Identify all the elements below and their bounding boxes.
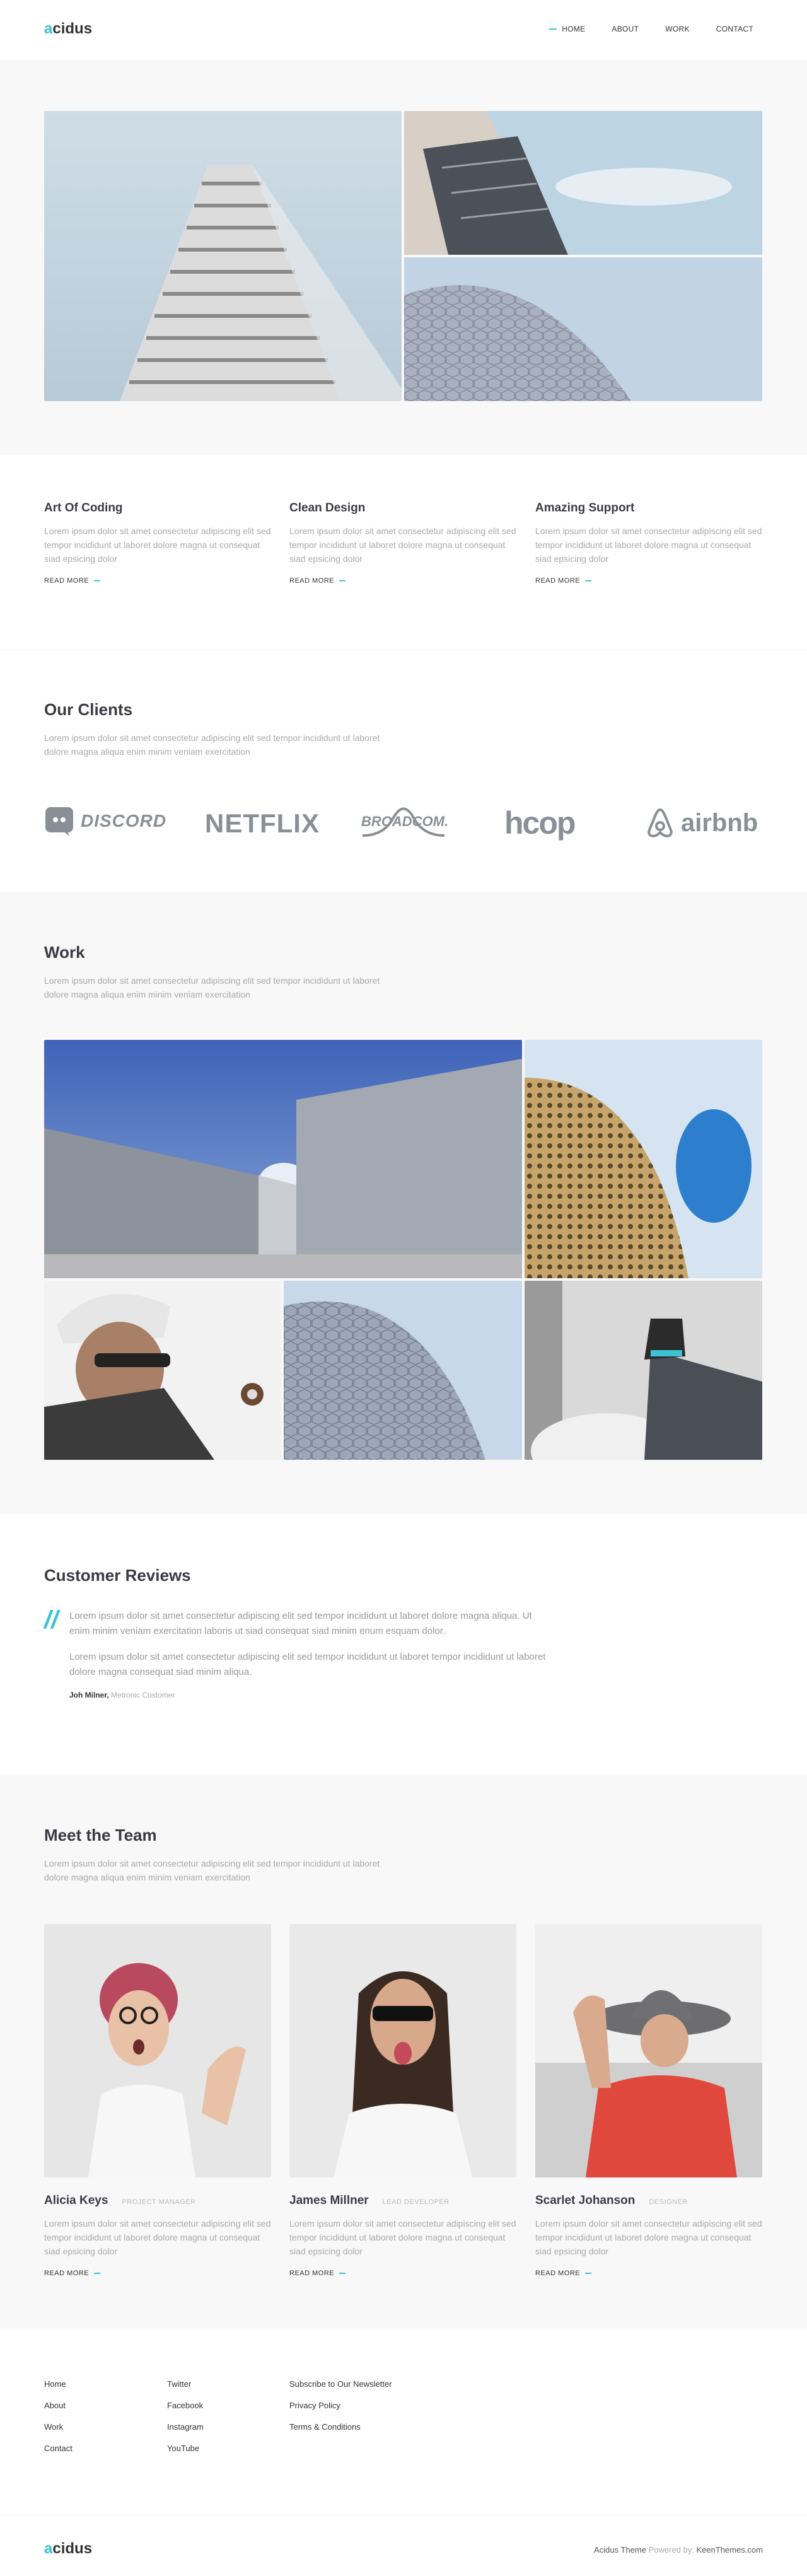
team-member-info: Alicia Keys PROJECT MANAGER Lorem ipsum … bbox=[44, 2194, 271, 2277]
nav-about[interactable]: ABOUT bbox=[612, 25, 639, 33]
hero-image-tower bbox=[44, 111, 402, 401]
airbnb-logo: airbnb bbox=[644, 807, 758, 839]
footer-link-youtube[interactable]: YouTube bbox=[167, 2444, 204, 2453]
member-role: LEAD DEVELOPER bbox=[382, 2198, 450, 2206]
member-role: PROJECT MANAGER bbox=[122, 2198, 196, 2206]
discord-icon bbox=[45, 807, 73, 836]
reviews-title: Customer Reviews bbox=[44, 1566, 191, 1585]
feature-title: Clean Design bbox=[289, 501, 366, 515]
review-quote: Lorem ipsum dolor sit amet consectetur a… bbox=[69, 1652, 546, 1677]
footer-links: Home About Work Contact Twitter Facebook… bbox=[0, 2329, 807, 2515]
feature-text: Lorem ipsum dolor sit amet consectetur a… bbox=[44, 526, 271, 564]
hero-section bbox=[0, 60, 807, 455]
bottom-bar: acidus Acidus Theme Powered by: KeenThem… bbox=[0, 2515, 807, 2576]
footer-link-home[interactable]: Home bbox=[44, 2379, 73, 2389]
footer-link-facebook[interactable]: Facebook bbox=[167, 2401, 204, 2410]
arrow-line-icon bbox=[339, 580, 346, 581]
feature-text: Lorem ipsum dolor sit amet consectetur a… bbox=[289, 526, 516, 564]
footer-col-pages: Home About Work Contact bbox=[44, 2379, 73, 2465]
team-member-info: James Millner LEAD DEVELOPER Lorem ipsum… bbox=[289, 2194, 516, 2277]
work-image-perforated[interactable] bbox=[525, 1040, 762, 1278]
hcop-logo: hcop bbox=[504, 805, 576, 841]
footer-logo[interactable]: acidus bbox=[44, 2540, 92, 2558]
member-bio: Lorem ipsum dolor sit amet consectetur a… bbox=[44, 2218, 271, 2256]
team-section: Meet the Team Lorem ipsum dolor sit amet… bbox=[0, 1775, 807, 2329]
read-more-link[interactable]: READ MORE bbox=[289, 2270, 516, 2277]
footer-link-instagram[interactable]: Instagram bbox=[167, 2422, 204, 2432]
work-image-walls[interactable] bbox=[44, 1040, 522, 1278]
broadcom-logo: BROADCOM. bbox=[356, 801, 451, 845]
hero-image-building bbox=[404, 111, 762, 255]
airbnb-icon bbox=[647, 808, 673, 837]
hero-image-dome bbox=[404, 257, 762, 401]
nav-home[interactable]: HOME bbox=[549, 25, 585, 33]
footer-link-privacy[interactable]: Privacy Policy bbox=[289, 2401, 392, 2410]
features-section: Art Of Coding Lorem ipsum dolor sit amet… bbox=[0, 455, 807, 649]
feature-card: Clean Design Lorem ipsum dolor sit amet … bbox=[289, 501, 516, 585]
read-more-link[interactable]: READ MORE bbox=[289, 577, 516, 585]
netflix-logo: NETFLIX bbox=[205, 808, 320, 838]
review-author: Joh Milner, Metronic Customer bbox=[69, 1691, 175, 1699]
team-subtitle: Lorem ipsum dolor sit amet consectetur a… bbox=[44, 1858, 380, 1882]
clients-subtitle: Lorem ipsum dolor sit amet consectetur a… bbox=[44, 733, 380, 757]
feature-text: Lorem ipsum dolor sit amet consectetur a… bbox=[535, 526, 762, 564]
feature-title: Art Of Coding bbox=[44, 501, 123, 515]
team-photo-james bbox=[289, 1924, 516, 2177]
footer-link-newsletter[interactable]: Subscribe to Our Newsletter bbox=[289, 2379, 392, 2389]
arrow-line-icon bbox=[94, 2273, 101, 2274]
review-quote: Lorem ipsum dolor sit amet consectetur a… bbox=[69, 1611, 532, 1636]
team-title: Meet the Team bbox=[44, 1826, 157, 1845]
work-image-worker[interactable] bbox=[44, 1281, 281, 1460]
read-more-link[interactable]: READ MORE bbox=[44, 2270, 271, 2277]
member-name: Scarlet Johanson bbox=[535, 2194, 636, 2207]
read-more-link[interactable]: READ MORE bbox=[535, 577, 762, 585]
work-image-dome[interactable] bbox=[284, 1281, 522, 1460]
work-section: Work Lorem ipsum dolor sit amet consecte… bbox=[0, 892, 807, 1514]
member-role: DESIGNER bbox=[649, 2198, 688, 2206]
reviews-section: Customer Reviews // Lorem ipsum dolor si… bbox=[0, 1514, 807, 1775]
nav-work[interactable]: WORK bbox=[665, 25, 690, 33]
nav-contact[interactable]: CONTACT bbox=[716, 25, 753, 33]
member-bio: Lorem ipsum dolor sit amet consectetur a… bbox=[289, 2218, 516, 2256]
arrow-line-icon bbox=[585, 580, 592, 581]
footer-col-legal: Subscribe to Our Newsletter Privacy Poli… bbox=[289, 2379, 392, 2444]
arrow-line-icon bbox=[339, 2273, 346, 2274]
work-title: Work bbox=[44, 943, 85, 962]
credits: Acidus Theme Powered by: KeenThemes.com bbox=[594, 2545, 763, 2555]
feature-card: Art Of Coding Lorem ipsum dolor sit amet… bbox=[44, 501, 271, 585]
footer-link-contact[interactable]: Contact bbox=[44, 2444, 73, 2453]
footer-link-twitter[interactable]: Twitter bbox=[167, 2379, 204, 2389]
discord-logo: DISCORD bbox=[44, 806, 166, 836]
team-photo-alicia bbox=[44, 1924, 271, 2177]
clients-section: Our Clients Lorem ipsum dolor sit amet c… bbox=[0, 649, 807, 892]
team-photo-scarlet bbox=[535, 1924, 762, 2177]
main-nav: HOME ABOUT WORK CONTACT bbox=[523, 25, 753, 33]
read-more-link[interactable]: READ MORE bbox=[44, 577, 271, 585]
footer-link-work[interactable]: Work bbox=[44, 2422, 73, 2432]
member-name: Alicia Keys bbox=[44, 2194, 108, 2207]
site-logo[interactable]: acidus bbox=[44, 20, 92, 38]
footer-link-about[interactable]: About bbox=[44, 2401, 73, 2410]
work-image-shoes[interactable] bbox=[525, 1281, 762, 1460]
read-more-link[interactable]: READ MORE bbox=[535, 2270, 762, 2277]
member-bio: Lorem ipsum dolor sit amet consectetur a… bbox=[535, 2218, 762, 2256]
clients-title: Our Clients bbox=[44, 700, 133, 719]
arrow-line-icon bbox=[94, 580, 101, 581]
site-header: acidus HOME ABOUT WORK CONTACT bbox=[0, 0, 807, 60]
feature-card: Amazing Support Lorem ipsum dolor sit am… bbox=[535, 501, 762, 585]
footer-link-terms[interactable]: Terms & Conditions bbox=[289, 2422, 392, 2432]
team-member-info: Scarlet Johanson DESIGNER Lorem ipsum do… bbox=[535, 2194, 762, 2277]
credit-site-link[interactable]: KeenThemes.com bbox=[697, 2545, 763, 2555]
member-name: James Millner bbox=[289, 2194, 369, 2207]
arrow-line-icon bbox=[585, 2273, 592, 2274]
work-subtitle: Lorem ipsum dolor sit amet consectetur a… bbox=[44, 976, 380, 1000]
feature-title: Amazing Support bbox=[535, 501, 635, 515]
active-indicator bbox=[549, 28, 557, 30]
footer-col-social: Twitter Facebook Instagram YouTube bbox=[167, 2379, 204, 2465]
quote-icon: // bbox=[44, 1606, 59, 1634]
